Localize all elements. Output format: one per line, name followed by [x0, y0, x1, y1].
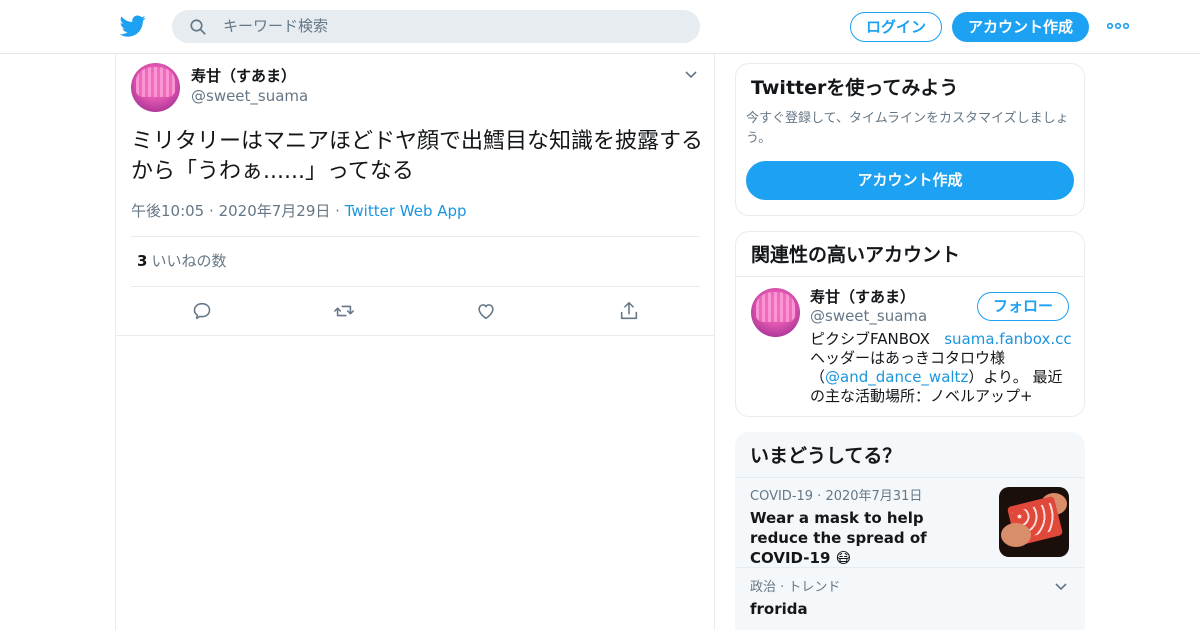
- tweet-date[interactable]: 2020年7月29日: [219, 202, 331, 220]
- chevron-down-icon[interactable]: [1054, 582, 1068, 592]
- tweet-timestamp: 午後10:05 · 2020年7月29日 · Twitter Web App: [131, 202, 467, 220]
- divider: [131, 286, 700, 287]
- likes-label: いいねの数: [151, 252, 227, 270]
- card-title: いまどうしてる？: [750, 445, 902, 467]
- like-heart-icon[interactable]: [475, 300, 497, 322]
- meta-separator: ·: [335, 202, 340, 220]
- tweet-time[interactable]: 午後10:05: [131, 202, 204, 220]
- account-bio: ピクシブFANBOX suama.fanbox.cc ヘッダーはあっきコタロウ様（…: [810, 330, 1075, 406]
- chevron-down-icon[interactable]: [684, 70, 698, 80]
- twitter-bird-icon[interactable]: [120, 13, 146, 39]
- likes-count[interactable]: 3 いいねの数: [137, 252, 226, 270]
- likes-number: 3: [137, 252, 148, 270]
- account-name[interactable]: 寿甘（すあま）: [810, 288, 915, 306]
- card-description: 今すぐ登録して、タイムラインをカスタマイズしましょう。: [746, 111, 1069, 146]
- divider: [131, 236, 700, 237]
- trend-thumbnail[interactable]: [999, 487, 1069, 557]
- tweet-source-link[interactable]: Twitter Web App: [345, 202, 467, 220]
- meta-separator: ·: [209, 202, 214, 220]
- divider: [735, 567, 1085, 568]
- tweet-detail-column: 寿甘（すあま） @sweet_suama ミリタリーはマニアほどドヤ顔で出鱈目な…: [115, 54, 715, 630]
- reply-icon[interactable]: [191, 300, 213, 322]
- bio-text: ピクシブFANBOX: [810, 330, 930, 348]
- related-accounts-card: 関連性の高いアカウント 寿甘（すあま） @sweet_suama フォロー ピク…: [735, 231, 1085, 417]
- search-icon: [190, 19, 206, 35]
- tweet-author-handle[interactable]: @sweet_suama: [191, 87, 308, 105]
- tweet-author-name[interactable]: 寿甘（すあま）: [191, 67, 296, 85]
- trend-title[interactable]: Wear a mask to help reduce the spread of…: [750, 508, 980, 568]
- mention-link[interactable]: @and_dance_waltz: [825, 368, 968, 386]
- fanbox-link[interactable]: suama.fanbox.cc: [944, 330, 1071, 348]
- share-icon[interactable]: [618, 300, 640, 322]
- trends-card: いまどうしてる？ COVID-19 · 2020年7月31日 Wear a ma…: [735, 432, 1085, 630]
- trend-meta: COVID-19 · 2020年7月31日: [750, 489, 923, 504]
- top-navigation-bar: キーワード検索 ログイン アカウント作成: [0, 0, 1200, 54]
- avatar[interactable]: [751, 288, 800, 337]
- trend-meta: 政治 · トレンド: [750, 580, 841, 595]
- tweet-text: ミリタリーはマニアほどドヤ顔で出鱈目な知識を披露するから「うわぁ......」っ…: [131, 129, 704, 184]
- card-title: Twitterを使ってみよう: [751, 77, 959, 99]
- follow-button[interactable]: フォロー: [977, 292, 1069, 321]
- signup-prompt-card: Twitterを使ってみよう 今すぐ登録して、タイムラインをカスタマイズしましょ…: [735, 63, 1085, 216]
- more-options-icon[interactable]: [1107, 20, 1129, 32]
- create-account-button[interactable]: アカウント作成: [746, 161, 1074, 200]
- signup-button[interactable]: アカウント作成: [952, 12, 1089, 42]
- login-button[interactable]: ログイン: [850, 12, 942, 42]
- search-bar[interactable]: キーワード検索: [172, 10, 700, 43]
- trend-title[interactable]: frorida: [750, 599, 808, 619]
- card-title: 関連性の高いアカウント: [751, 244, 961, 266]
- account-handle[interactable]: @sweet_suama: [810, 307, 927, 325]
- avatar[interactable]: [131, 63, 180, 112]
- divider: [116, 335, 714, 336]
- search-input[interactable]: キーワード検索: [223, 18, 328, 35]
- thumbnail-hand: [1001, 523, 1031, 547]
- divider: [736, 276, 1084, 277]
- retweet-icon[interactable]: [333, 300, 355, 322]
- divider: [735, 477, 1085, 478]
